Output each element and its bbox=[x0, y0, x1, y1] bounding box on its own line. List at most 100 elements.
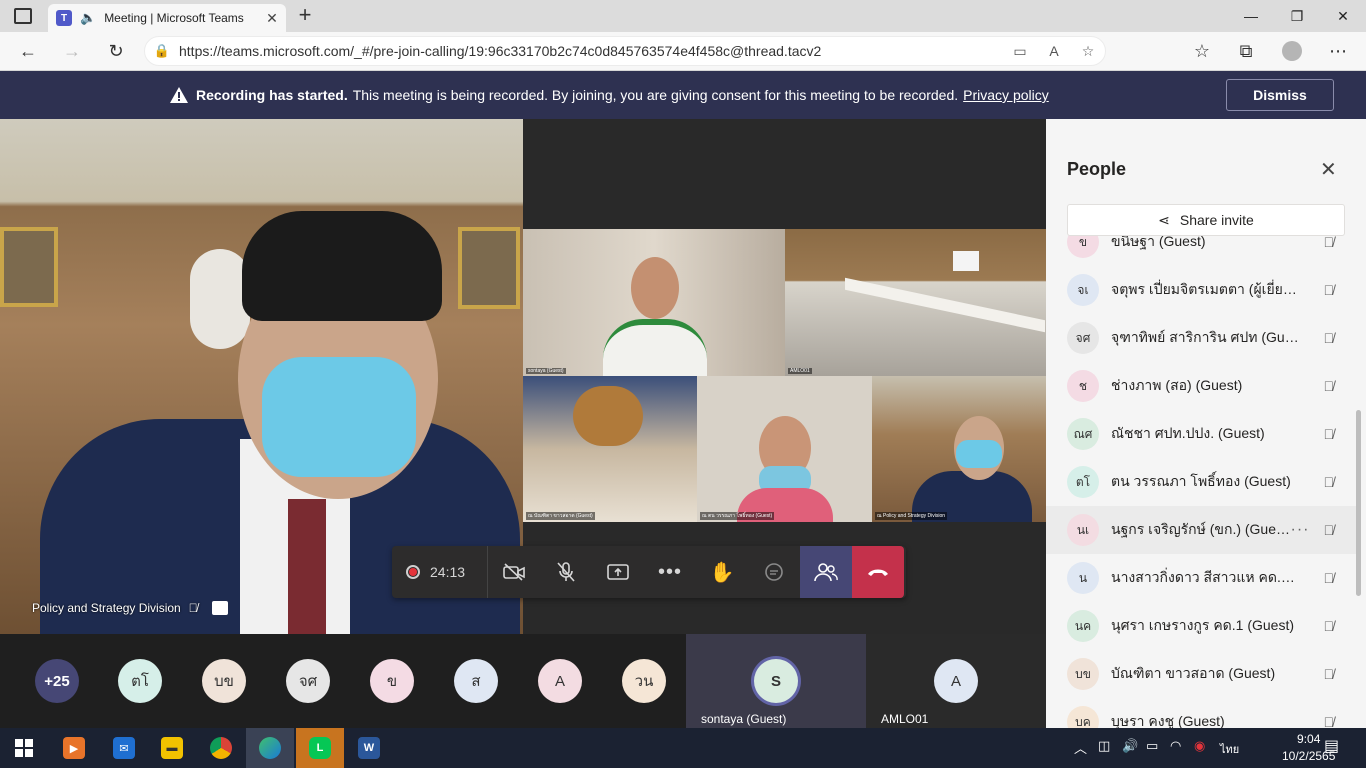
lock-icon[interactable]: 🔒 bbox=[145, 43, 179, 59]
participant-name: บุษรา คงชู (Guest) bbox=[1111, 713, 1225, 728]
back-button[interactable]: ← bbox=[10, 32, 46, 70]
video-tile[interactable]: ณ Policy and Strategy Division bbox=[872, 376, 1046, 522]
chat-icon bbox=[765, 563, 783, 581]
taskbar-edge[interactable] bbox=[246, 728, 294, 768]
spotlight-tile[interactable]: A AMLO01 bbox=[866, 634, 1046, 728]
mic-off-icon[interactable]: 🎙̸ bbox=[1324, 570, 1335, 586]
leave-call-button[interactable] bbox=[852, 546, 904, 598]
mic-off-icon[interactable]: 🎙̸ bbox=[1324, 282, 1335, 298]
start-button[interactable] bbox=[0, 728, 48, 768]
show-participants-button[interactable] bbox=[800, 546, 852, 598]
taskbar-file-explorer[interactable]: ▬ bbox=[148, 728, 196, 768]
pin-icon[interactable] bbox=[211, 601, 228, 615]
more-actions-button[interactable]: ••• bbox=[644, 546, 696, 598]
more-options-icon[interactable]: ⋯ bbox=[1320, 32, 1356, 70]
profile-avatar[interactable] bbox=[1282, 41, 1302, 61]
mute-button[interactable] bbox=[540, 546, 592, 598]
forward-button[interactable]: → bbox=[54, 32, 90, 70]
mic-off-icon[interactable]: 🎙̸ bbox=[1324, 378, 1335, 394]
camera-blocked-icon[interactable]: ▭ bbox=[1003, 43, 1037, 60]
participant-avatar[interactable]: A bbox=[538, 659, 582, 703]
pane-scrollbar[interactable] bbox=[1356, 410, 1361, 596]
spotlight-tile[interactable]: S sontaya (Guest) bbox=[686, 634, 866, 728]
mic-off-icon[interactable]: 🎙̸ bbox=[1324, 522, 1335, 538]
taskbar-word[interactable]: W bbox=[345, 728, 393, 768]
close-pane-icon[interactable]: ✕ bbox=[1320, 157, 1337, 182]
participant-row[interactable]: จศ จุฑาทิพย์ สาริการิน ศปท (Gue... 🎙̸ bbox=[1046, 314, 1356, 362]
more-participants-count[interactable]: +25 bbox=[35, 659, 79, 703]
participant-row[interactable]: ตโ ตน วรรณภา โพธิ์ทอง (Guest) 🎙̸ bbox=[1046, 458, 1356, 506]
tab-actions-icon[interactable] bbox=[14, 8, 32, 24]
taskbar-media-player[interactable]: ▶ bbox=[50, 728, 98, 768]
favorites-icon[interactable]: ☆ bbox=[1184, 32, 1220, 70]
minimize-button[interactable]: — bbox=[1228, 0, 1274, 32]
mic-off-icon[interactable]: 🎙̸ bbox=[1324, 330, 1335, 346]
restore-button[interactable]: ❐ bbox=[1274, 0, 1320, 32]
privacy-policy-link[interactable]: Privacy policy bbox=[963, 87, 1049, 103]
participant-name: ตน วรรณภา โพธิ์ทอง (Guest) bbox=[1111, 473, 1291, 489]
taskbar-mail[interactable]: ✉ bbox=[100, 728, 148, 768]
language-indicator[interactable]: ไทย bbox=[1220, 740, 1239, 758]
url-bar[interactable]: 🔒 https://teams.microsoft.com/_#/pre-joi… bbox=[144, 36, 1106, 66]
volume-icon[interactable]: 🔊 bbox=[1122, 738, 1138, 754]
mic-off-icon[interactable]: 🎙̸ bbox=[1324, 426, 1335, 442]
participant-row[interactable]: จเ จตุพร เปี่ยมจิตรเมตตา (ผู้เยี่ยม... 🎙̸ bbox=[1046, 266, 1356, 314]
mic-off-icon[interactable]: 🎙̸ bbox=[1324, 714, 1335, 728]
mail-icon: ✉ bbox=[113, 737, 135, 759]
mic-off-icon[interactable]: 🎙̸ bbox=[1324, 618, 1335, 634]
video-tile[interactable]: ณ ตน วรรณภา โพธิ์ทอง (Guest) bbox=[697, 376, 872, 522]
browser-tab[interactable]: T 🔈 Meeting | Microsoft Teams ✕ bbox=[48, 4, 286, 32]
taskbar-chrome[interactable] bbox=[197, 728, 245, 768]
participant-avatar[interactable]: วน bbox=[622, 659, 666, 703]
network-icon[interactable]: ◫ bbox=[1098, 738, 1110, 754]
tie bbox=[288, 499, 326, 634]
notifications-icon[interactable]: ▤ bbox=[1324, 736, 1339, 756]
speaker-icon[interactable]: 🔈 bbox=[80, 10, 96, 26]
more-options-icon[interactable]: ··· bbox=[1291, 521, 1310, 539]
participant-row[interactable]: บค บุษรา คงชู (Guest) 🎙̸ bbox=[1046, 698, 1356, 728]
mic-off-icon[interactable]: 🎙̸ bbox=[1324, 666, 1335, 682]
participant-avatar: น bbox=[1067, 562, 1099, 594]
close-window-button[interactable]: ✕ bbox=[1320, 0, 1366, 32]
antivirus-icon[interactable]: ◉ bbox=[1194, 738, 1205, 754]
collections-icon[interactable]: ⧉ bbox=[1228, 32, 1264, 70]
participant-name: จตุพร เปี่ยมจิตรเมตตา (ผู้เยี่ยม... bbox=[1111, 281, 1301, 297]
close-tab-icon[interactable]: ✕ bbox=[262, 10, 282, 27]
new-tab-button[interactable]: + bbox=[292, 4, 318, 28]
participant-avatar[interactable]: ส bbox=[454, 659, 498, 703]
read-aloud-icon[interactable]: A bbox=[1037, 43, 1071, 59]
video-tile[interactable]: sontaya (Guest) bbox=[523, 229, 785, 376]
mic-off-icon[interactable]: 🎙̸ bbox=[1324, 474, 1335, 490]
taskbar-line[interactable]: L bbox=[296, 728, 344, 768]
participant-row[interactable]: นเ นฐกร เจริญรักษ์ (ขก.) (Guest) ··· 🎙̸ bbox=[1046, 506, 1356, 554]
participant-row[interactable]: ณศ ณัชชา ศปท.ปปง. (Guest) 🎙̸ bbox=[1046, 410, 1356, 458]
video-tile[interactable]: ณ บัณฑิตา ขาวสอาด (Guest) bbox=[523, 376, 697, 522]
wifi-icon[interactable]: ◠ bbox=[1170, 738, 1181, 754]
video-tile[interactable]: AMLO01 bbox=[785, 229, 1046, 376]
participant-avatar[interactable]: ข bbox=[370, 659, 414, 703]
people-pane-title: People bbox=[1067, 159, 1127, 179]
dismiss-button[interactable]: Dismiss bbox=[1226, 79, 1334, 111]
share-invite-button[interactable]: ⋖ Share invite bbox=[1067, 204, 1345, 236]
participant-avatar[interactable]: บข bbox=[202, 659, 246, 703]
table bbox=[845, 277, 1045, 333]
url-text[interactable]: https://teams.microsoft.com/_#/pre-join-… bbox=[179, 43, 1003, 59]
participant-row[interactable]: บข บัณฑิตา ขาวสอาด (Guest) 🎙̸ bbox=[1046, 650, 1356, 698]
raise-hand-button[interactable]: ✋ bbox=[696, 546, 748, 598]
participant-avatar[interactable]: จศ bbox=[286, 659, 330, 703]
camera-off-button[interactable] bbox=[488, 546, 540, 598]
show-hidden-icons[interactable]: ︿ bbox=[1074, 738, 1087, 757]
battery-icon[interactable]: ▭ bbox=[1146, 738, 1158, 754]
share-screen-button[interactable] bbox=[592, 546, 644, 598]
participant-row[interactable]: ช ช่างภาพ (สอ) (Guest) 🎙̸ bbox=[1046, 362, 1356, 410]
refresh-button[interactable]: ↻ bbox=[98, 32, 134, 70]
add-favorite-icon[interactable]: ☆ bbox=[1071, 43, 1105, 60]
mic-off-icon[interactable]: 🎙̸ bbox=[1324, 234, 1335, 250]
participant-row[interactable]: น นางสาวกิ่งดาว สีสาวแห คด.4 (... 🎙̸ bbox=[1046, 554, 1356, 602]
chat-button[interactable] bbox=[748, 546, 800, 598]
participant-name: จุฑาทิพย์ สาริการิน ศปท (Gue... bbox=[1111, 329, 1301, 345]
tab-title: Meeting | Microsoft Teams bbox=[104, 11, 244, 25]
participant-avatar[interactable]: ตโ bbox=[118, 659, 162, 703]
participant-name: sontaya (Guest) bbox=[701, 712, 787, 726]
participant-row[interactable]: นค นุศรา เกษรางกูร คด.1 (Guest) 🎙̸ bbox=[1046, 602, 1356, 650]
